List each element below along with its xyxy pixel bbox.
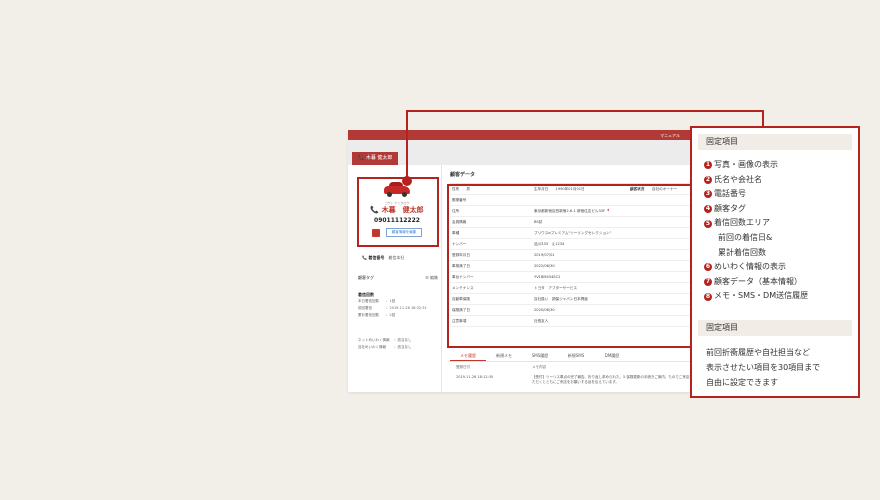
list-item: 7 顧客データ（基本情報） [704,276,802,287]
list-sub-item: 累計着信回数 [718,247,766,257]
tab-dm-history[interactable]: DM履歴 [594,351,630,361]
count-row: 累計着信回数 ：2回 [358,313,396,317]
meiwaku-row: 自社めいわく情報 ：該当なし [358,345,412,349]
list-item: 3 電話番号 [704,189,746,199]
list-item: 6 めいわく情報の表示 [704,262,786,272]
connector-line [406,110,408,178]
app-topbar: マニュアル [348,130,700,140]
count-row: 本日着信回数 ：1回 [358,299,396,303]
list-sub-item: 前回の着信日& [718,232,773,242]
customer-tag-row: 顧客タグ ☰ 編集 [358,275,438,281]
tab-sms-history[interactable]: SMS履歴 [522,351,558,361]
call-count-title: 着信回数 [358,292,374,297]
list-item: 5 着信回数エリア [704,218,770,228]
fixed-items-heading: 固定項目 [698,134,852,150]
incoming-value: 着信本社 [388,255,405,260]
history-tabs: メモ履歴 新規メモ SMS履歴 新規SMS DM履歴 [450,351,696,362]
meiwaku-row: ネットめいわく情報 ：該当なし [358,338,412,342]
tag-edit-button[interactable]: ☰ 編集 [425,275,438,281]
tag-label: 顧客タグ [358,275,374,280]
custom-items-description: 前回折衝履歴や自社担当など 表示させたい項目を30項目まで 自由に設定できます [706,348,821,387]
tab-new-sms[interactable]: 新規SMS [558,351,594,361]
incoming-label: 📞 着信番号 [362,255,385,260]
list-item: 1 写真・画像の表示 [704,160,778,170]
info-panel: 固定項目 1 写真・画像の表示 2 氏名や会社名 3 電話番号 4 顧客タグ 5 着信回数… [690,126,860,398]
call-count-area: 着信回数 本日着信回数 ：1回 前回着信 ：2019-11-26 18:32:31 … [358,291,438,319]
connector-line [762,110,764,126]
incoming-number: 📞 着信番号 着信本社 [362,255,404,261]
fixed-items-list: 1 写真・画像の表示 2 氏名や会社名 3 電話番号 4 顧客タグ 5 着信回数エリア 前… [704,158,854,304]
app-subbar: 📞 木暮 健太郎 [348,140,700,165]
count-row: 前回着信 ：2019-11-26 18:32:31 [358,306,427,310]
connector-line [406,110,764,112]
list-item: 4 顧客タグ [704,203,746,214]
customer-data-title: 顧客データ [450,172,476,178]
fixed-items-heading-2: 固定項目 [698,320,852,336]
highlight-customer-data [447,184,693,348]
tab-memo-history[interactable]: メモ履歴 [450,351,486,361]
memo-header: 登録日付 メモ内容 [456,365,546,369]
tab-new-memo[interactable]: 新規メモ [486,351,522,361]
highlight-customer-card [357,177,439,247]
list-item: 2 氏名や会社名 [704,174,762,184]
list-item: 8 メモ・SMS・DM送信履歴 [704,291,809,301]
meiwaku-area: ネットめいわく情報 ：該当なし 自社めいわく情報 ：該当なし [358,337,438,351]
memo-row[interactable]: 2019-11-26 18:12:30 【受付】ツーリス車点の完了報告。折り返し… [450,375,696,385]
connector-dot [402,176,412,186]
customer-tab[interactable]: 📞 木暮 健太郎 [352,152,399,165]
